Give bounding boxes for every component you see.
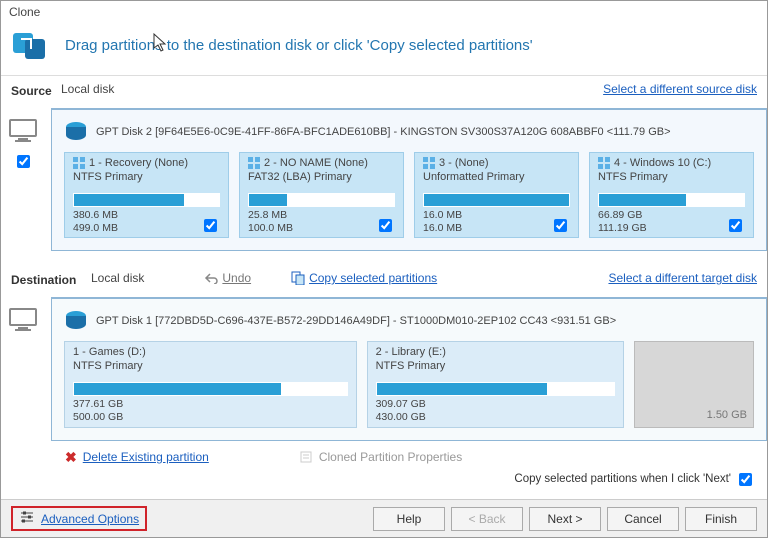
copy-on-next-label: Copy selected partitions when I click 'N…	[514, 473, 731, 485]
partition-checkbox[interactable]	[554, 219, 567, 232]
help-button[interactable]: Help	[373, 507, 445, 531]
source-partition-1[interactable]: 1 - Recovery (None) NTFS Primary 380.6 M…	[64, 152, 229, 238]
finish-button[interactable]: Finish	[685, 507, 757, 531]
partition-fs: NTFS Primary	[598, 171, 745, 183]
source-disk-title: GPT Disk 2 [9F64E5E6-0C9E-41FF-86FA-BFC1…	[96, 126, 671, 138]
usage-bar	[598, 193, 745, 207]
source-disk-block: GPT Disk 2 [9F64E5E6-0C9E-41FF-86FA-BFC1…	[51, 108, 767, 251]
window-title: Clone	[1, 1, 767, 23]
source-partition-2[interactable]: 2 - NO NAME (None) FAT32 (LBA) Primary 2…	[239, 152, 404, 238]
partition-checkbox[interactable]	[204, 219, 217, 232]
windows-icon	[73, 157, 85, 169]
source-label: Source	[11, 82, 61, 98]
clone-header-icon	[11, 25, 51, 65]
free-space-label: 1.50 GB	[707, 409, 747, 421]
source-partition-4[interactable]: 4 - Windows 10 (C:) NTFS Primary 66.89 G…	[589, 152, 754, 238]
source-disk-checkbox[interactable]	[17, 155, 30, 168]
destination-section: Destination Local disk Undo Copy selecte…	[1, 265, 767, 291]
dest-local-disk: Local disk	[91, 271, 144, 285]
windows-icon	[248, 157, 260, 169]
partition-sizes: 309.07 GB430.00 GB	[376, 398, 426, 424]
dest-disk-title: GPT Disk 1 [772DBD5D-C696-437E-B572-29DD…	[96, 315, 616, 327]
partition-name: 2 - NO NAME (None)	[264, 157, 368, 169]
partition-name: 2 - Library (E:)	[376, 346, 615, 358]
hdd-icon	[64, 120, 88, 144]
windows-icon	[423, 157, 435, 169]
partition-checkbox[interactable]	[379, 219, 392, 232]
usage-bar	[376, 382, 615, 396]
footer: Advanced Options Help < Back Next > Canc…	[1, 499, 767, 537]
partition-fs: NTFS Primary	[73, 360, 348, 372]
partition-sizes: 380.6 MB499.0 MB	[73, 209, 118, 235]
copy-on-next-checkbox[interactable]	[739, 473, 752, 486]
monitor-icon	[8, 307, 38, 333]
header: Drag partitions to the destination disk …	[1, 23, 767, 75]
partition-name: 3 - (None)	[439, 157, 489, 169]
sliders-icon	[19, 510, 35, 527]
dest-partition-1[interactable]: 1 - Games (D:) NTFS Primary 377.61 GB500…	[64, 341, 357, 427]
partition-name: 1 - Recovery (None)	[89, 157, 188, 169]
advanced-options-link[interactable]: Advanced Options	[41, 512, 139, 526]
free-space[interactable]: 1.50 GB	[634, 341, 754, 427]
partition-sizes: 66.89 GB111.19 GB	[598, 209, 647, 235]
select-different-source-link[interactable]: Select a different source disk	[603, 82, 757, 96]
partition-checkbox[interactable]	[729, 219, 742, 232]
usage-bar	[73, 382, 348, 396]
partition-fs: Unformatted Primary	[423, 171, 570, 183]
delete-existing-partition-link[interactable]: ✖ Delete Existing partition	[65, 449, 209, 466]
usage-bar	[73, 193, 220, 207]
select-different-target-link[interactable]: Select a different target disk	[608, 271, 757, 285]
advanced-options-highlight: Advanced Options	[11, 506, 147, 531]
partition-name: 1 - Games (D:)	[73, 346, 348, 358]
properties-icon	[299, 450, 313, 464]
partition-sizes: 25.8 MB100.0 MB	[248, 209, 293, 235]
usage-bar	[248, 193, 395, 207]
partition-sizes: 16.0 MB16.0 MB	[423, 209, 462, 235]
hdd-icon	[64, 309, 88, 333]
delete-x-icon: ✖	[65, 449, 77, 466]
partition-fs: FAT32 (LBA) Primary	[248, 171, 395, 183]
next-button[interactable]: Next >	[529, 507, 601, 531]
source-section: Source Local disk Select a different sou…	[1, 76, 767, 102]
dest-partition-2[interactable]: 2 - Library (E:) NTFS Primary 309.07 GB4…	[367, 341, 624, 427]
partition-sizes: 377.61 GB500.00 GB	[73, 398, 123, 424]
partition-fs: NTFS Primary	[376, 360, 615, 372]
copy-selected-partitions-link[interactable]: Copy selected partitions	[291, 271, 437, 285]
undo-link[interactable]: Undo	[204, 271, 251, 285]
header-text: Drag partitions to the destination disk …	[65, 37, 533, 54]
source-local-disk: Local disk	[61, 82, 114, 96]
windows-icon	[598, 157, 610, 169]
destination-label: Destination	[11, 271, 91, 287]
back-button: < Back	[451, 507, 523, 531]
source-partition-3[interactable]: 3 - (None) Unformatted Primary 16.0 MB16…	[414, 152, 579, 238]
usage-bar	[423, 193, 570, 207]
partition-name: 4 - Windows 10 (C:)	[614, 157, 711, 169]
cancel-button[interactable]: Cancel	[607, 507, 679, 531]
partition-fs: NTFS Primary	[73, 171, 220, 183]
cloned-partition-properties-link: Cloned Partition Properties	[299, 450, 462, 464]
monitor-icon	[8, 118, 38, 144]
destination-disk-block: GPT Disk 1 [772DBD5D-C696-437E-B572-29DD…	[51, 297, 767, 440]
